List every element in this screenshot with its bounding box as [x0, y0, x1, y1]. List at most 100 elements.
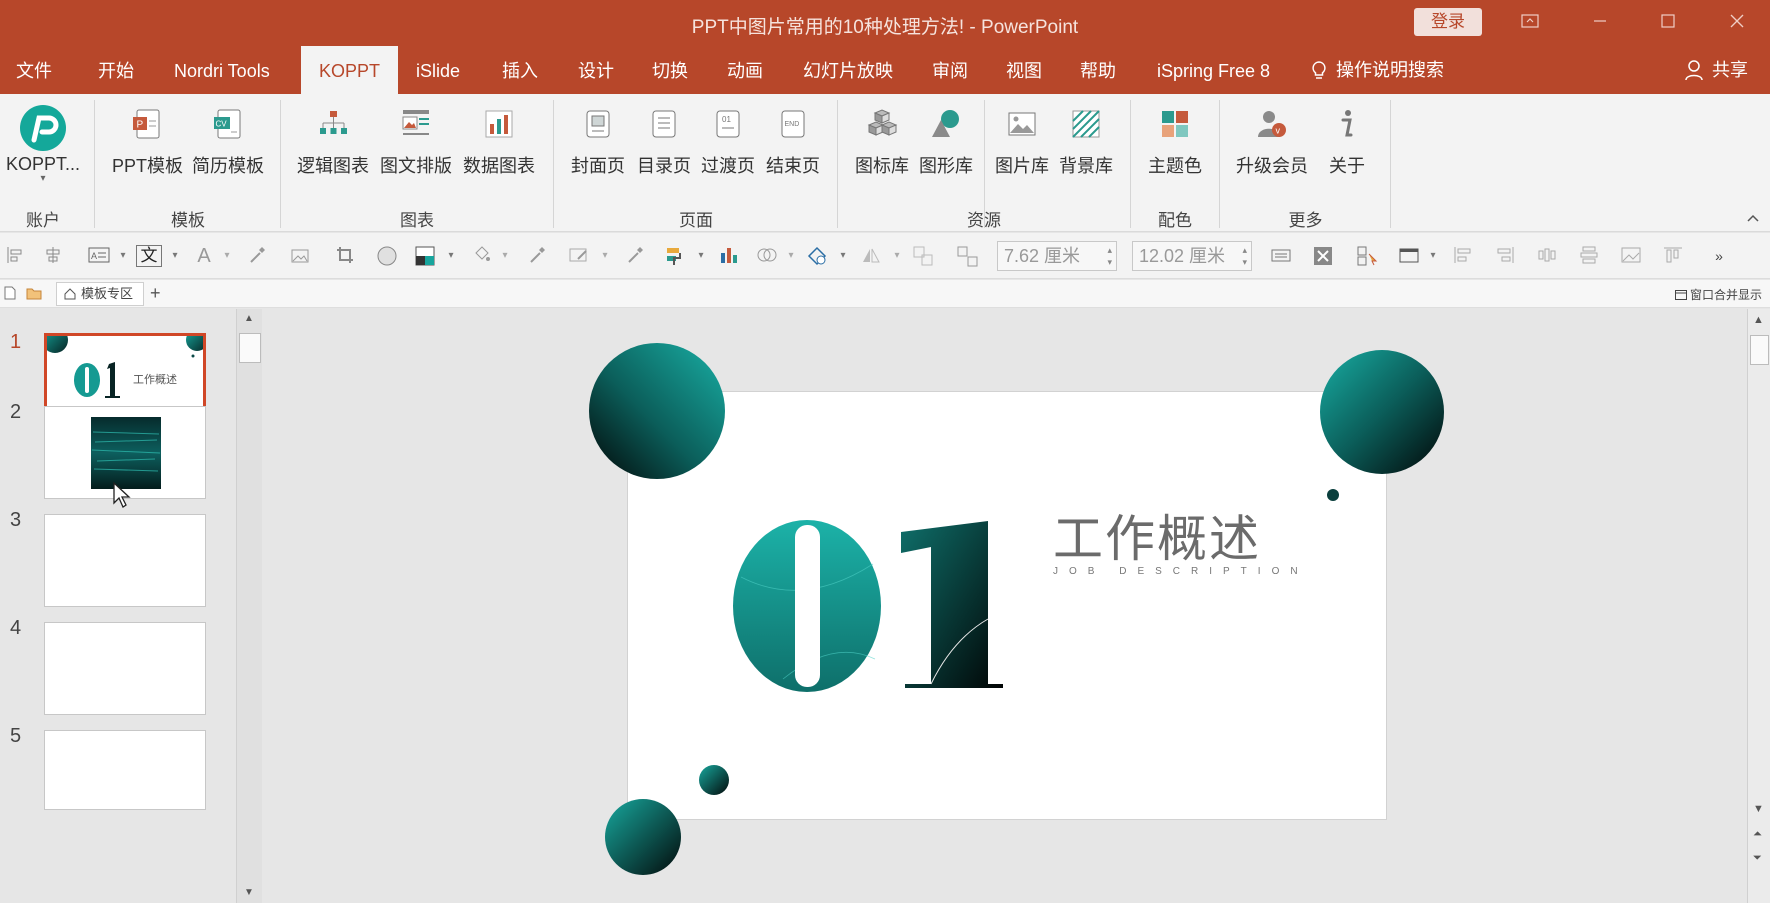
layout-button[interactable]: 图文排版	[380, 104, 452, 178]
cv-template-button[interactable]: CV 简历模板	[192, 104, 264, 178]
editor-scrollbar[interactable]: ▲ ▼ ⏶ ⏷	[1747, 309, 1770, 903]
tab-nordri-tools[interactable]: Nordri Tools	[174, 46, 270, 94]
distribute-horizontal-icon[interactable]	[1536, 245, 1558, 267]
scroll-down-icon[interactable]: ▼	[1753, 803, 1764, 815]
height-spinner[interactable]: 7.62 厘米 ▴ ▾	[997, 241, 1117, 271]
dropdown-arrow-icon[interactable]: ▾	[164, 245, 186, 267]
transition-page-button[interactable]: 01 过渡页	[698, 104, 758, 178]
flip-icon[interactable]	[860, 245, 882, 267]
close-icon[interactable]	[1722, 8, 1752, 38]
doc-tab-template-zone[interactable]: 模板专区	[56, 282, 145, 306]
dropdown-arrow-icon[interactable]: ▾	[780, 245, 802, 267]
vip-button[interactable]: v 升级会员	[1234, 104, 1310, 178]
collapse-ribbon-icon[interactable]	[1746, 210, 1760, 226]
tab-design[interactable]: 设计	[578, 46, 614, 94]
toc-page-button[interactable]: 目录页	[634, 104, 694, 178]
add-tab-icon[interactable]: +	[150, 282, 161, 304]
tab-koppt[interactable]: KOPPT	[301, 46, 399, 94]
ungroup-objects-icon[interactable]	[956, 245, 978, 267]
spin-arrows-icon[interactable]: ▴ ▾	[1242, 244, 1247, 268]
tab-view[interactable]: 视图	[1006, 46, 1042, 94]
end-page-button[interactable]: END 结束页	[763, 104, 823, 178]
picture-edit-icon[interactable]	[290, 245, 312, 267]
tab-islide[interactable]: iSlide	[416, 46, 460, 94]
crop-icon[interactable]	[334, 245, 356, 267]
minimize-icon[interactable]	[1585, 8, 1615, 38]
eyedropper-icon[interactable]	[526, 245, 548, 267]
eyedropper-icon[interactable]	[246, 245, 268, 267]
theme-color-button[interactable]: 主题色	[1144, 104, 1206, 178]
slide-size-icon[interactable]	[1398, 245, 1420, 267]
previous-slide-icon[interactable]: ⏶	[1753, 828, 1762, 841]
background-library-button[interactable]: 背景库	[1056, 104, 1116, 178]
merge-window-toggle[interactable]: 窗口合并显示	[1674, 286, 1762, 303]
folder-icon[interactable]	[26, 286, 42, 303]
merge-shapes-icon[interactable]	[756, 245, 778, 267]
align-objects-left-icon[interactable]	[1452, 245, 1474, 267]
text-box-icon[interactable]: A	[86, 245, 112, 267]
tab-transitions[interactable]: 切换	[652, 46, 688, 94]
icon-library-button[interactable]: 图标库	[852, 104, 912, 178]
shape-library-button[interactable]: 图形库	[916, 104, 976, 178]
eyedropper-icon[interactable]	[624, 245, 646, 267]
tab-slideshow[interactable]: 幻灯片放映	[803, 46, 893, 94]
about-button[interactable]: 关于	[1318, 104, 1376, 178]
width-spinner[interactable]: 12.02 厘米 ▴ ▾	[1132, 241, 1252, 271]
align-center-icon[interactable]	[42, 245, 64, 267]
tab-home[interactable]: 开始	[98, 46, 134, 94]
tab-insert[interactable]: 插入	[502, 46, 538, 94]
more-tools-icon[interactable]: »	[1708, 245, 1730, 267]
next-slide-icon[interactable]: ⏷	[1753, 852, 1762, 865]
cover-page-button[interactable]: 封面页	[568, 104, 628, 178]
group-objects-icon[interactable]	[912, 245, 934, 267]
dropdown-arrow-icon[interactable]: ▾	[690, 245, 712, 267]
ribbon-display-icon[interactable]	[1515, 8, 1545, 38]
slide-thumbnail-3[interactable]	[44, 514, 206, 607]
selection-pane-icon[interactable]	[1356, 245, 1378, 267]
tell-me-search[interactable]: 操作说明搜索	[1310, 46, 1444, 94]
tab-animations[interactable]: 动画	[727, 46, 763, 94]
dropdown-arrow-icon[interactable]: ▾	[216, 245, 238, 267]
data-chart-button[interactable]: 数据图表	[463, 104, 535, 178]
login-button[interactable]: 登录	[1414, 8, 1482, 36]
dropdown-arrow-icon[interactable]: ▾	[494, 245, 516, 267]
thumbnail-scrollbar[interactable]: ▲ ▼	[236, 309, 262, 903]
maximize-icon[interactable]	[1653, 8, 1683, 38]
align-top-icon[interactable]	[1662, 245, 1684, 267]
new-doc-icon[interactable]	[4, 286, 16, 303]
tab-file[interactable]: 文件	[16, 46, 52, 94]
slide-subtitle[interactable]: JOB DESCRIPTION	[1053, 566, 1309, 577]
tab-help[interactable]: 帮助	[1080, 46, 1116, 94]
tab-review[interactable]: 审阅	[932, 46, 968, 94]
dropdown-arrow-icon[interactable]: ▾	[1422, 245, 1444, 267]
paint-bucket-icon[interactable]	[470, 245, 492, 267]
dropdown-arrow-icon[interactable]: ▾	[440, 245, 462, 267]
spin-arrows-icon[interactable]: ▴ ▾	[1107, 244, 1112, 268]
logic-chart-button[interactable]: 逻辑图表	[297, 104, 369, 178]
align-left-icon[interactable]	[4, 245, 26, 267]
keyboard-icon[interactable]	[1270, 245, 1292, 267]
dropdown-arrow-icon[interactable]: ▾	[594, 245, 616, 267]
shape-fill-icon[interactable]	[414, 245, 436, 267]
slide-title[interactable]: 工作概述	[1053, 499, 1261, 571]
distribute-vertical-icon[interactable]	[1578, 245, 1600, 267]
thumbnail-scroll-thumb[interactable]	[239, 333, 261, 363]
share-button[interactable]: 共享	[1684, 46, 1748, 94]
koppt-account-button[interactable]: KOPPT... ▾	[6, 104, 80, 184]
dropdown-arrow-icon[interactable]: ▾	[832, 245, 854, 267]
font-color-icon[interactable]: A	[193, 245, 215, 267]
dropdown-arrow-icon[interactable]: ▾	[112, 245, 134, 267]
picture-library-button[interactable]: 图片库	[992, 104, 1052, 178]
edit-shape-icon[interactable]	[806, 245, 828, 267]
slide-thumbnail-5[interactable]	[44, 730, 206, 810]
scroll-up-icon[interactable]: ▲	[244, 313, 254, 324]
format-painter-icon[interactable]	[664, 245, 686, 267]
dropdown-arrow-icon[interactable]: ▾	[886, 245, 908, 267]
scroll-up-icon[interactable]: ▲	[1753, 314, 1764, 326]
shape-circle-icon[interactable]	[376, 245, 398, 267]
editor-scroll-thumb[interactable]	[1750, 335, 1769, 365]
scroll-down-icon[interactable]: ▼	[244, 887, 254, 898]
tab-ispring[interactable]: iSpring Free 8	[1157, 46, 1270, 94]
pen-outline-icon[interactable]	[568, 245, 590, 267]
slide-thumbnail-4[interactable]	[44, 622, 206, 715]
